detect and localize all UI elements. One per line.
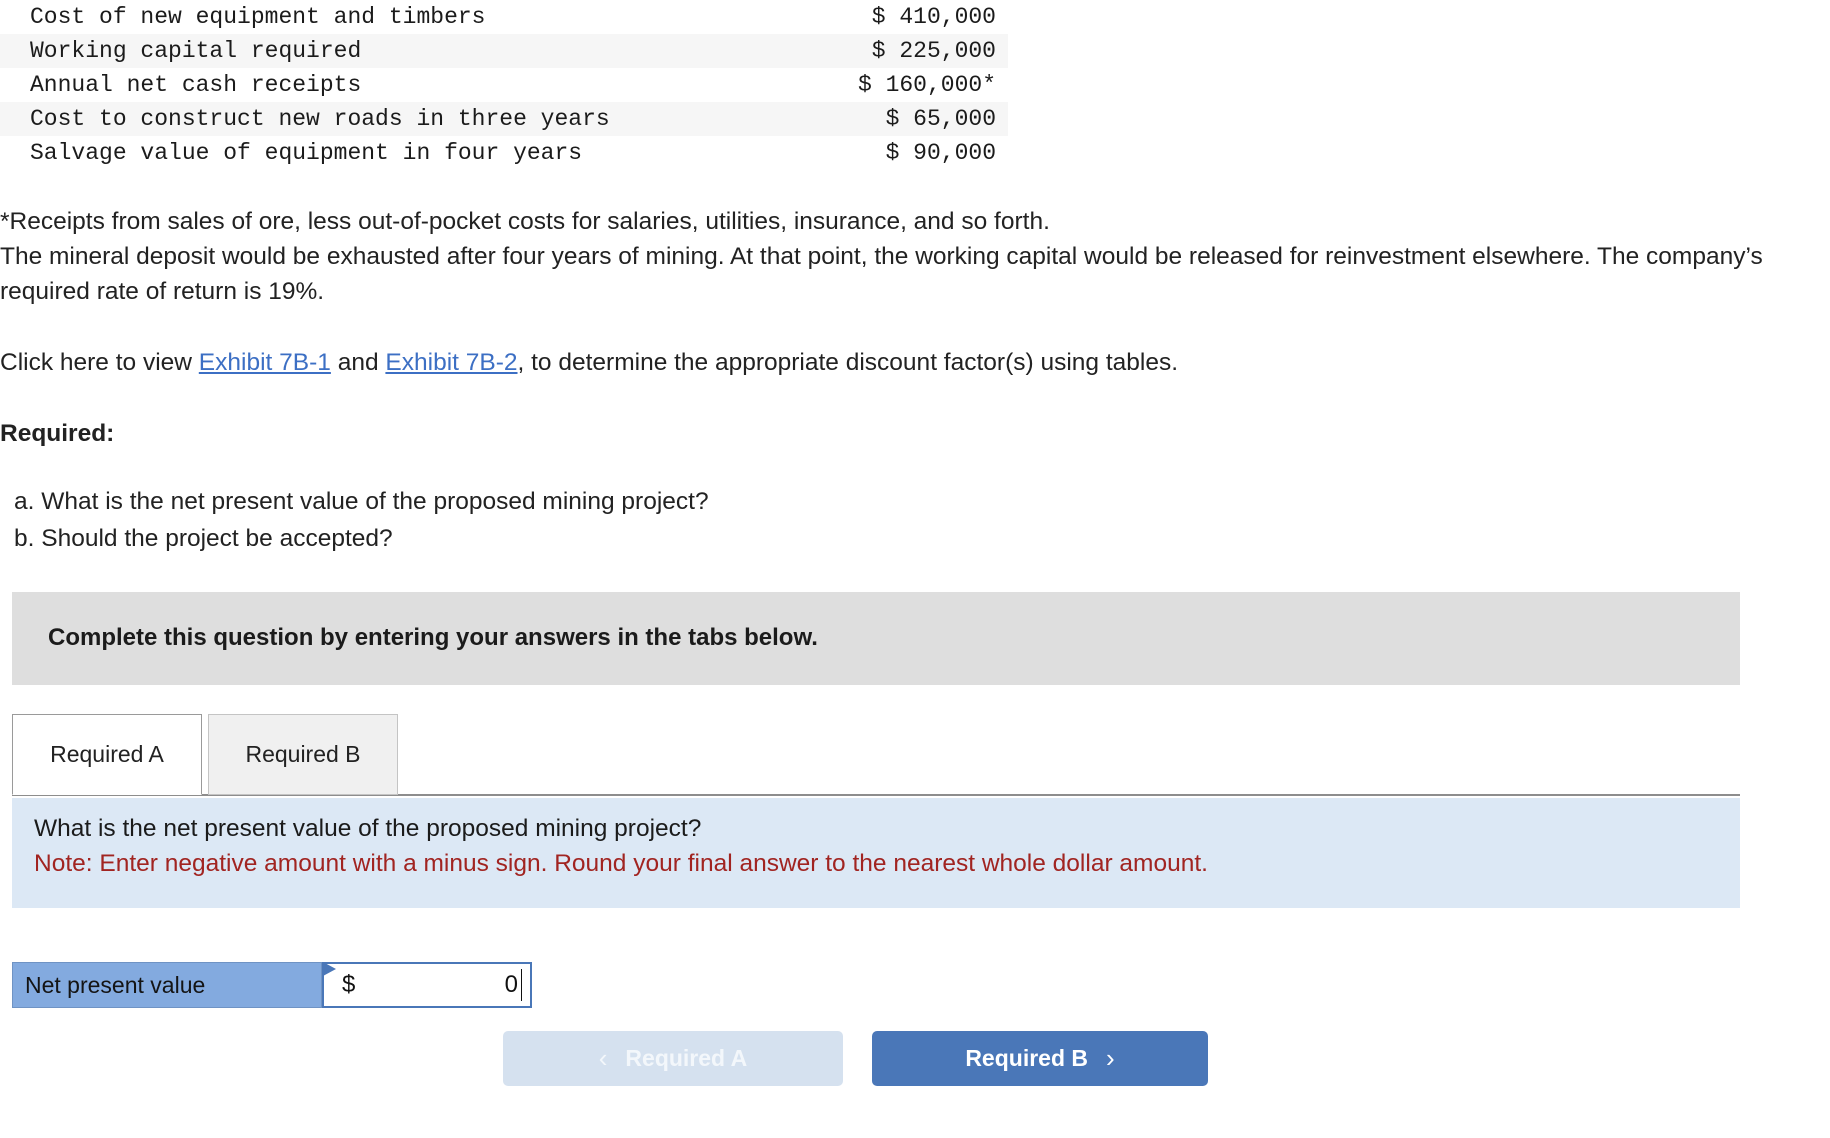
table-cell-amount: $ 160,000*	[857, 72, 996, 98]
table-row: Salvage value of equipment in four years…	[0, 136, 1008, 170]
project-data-table: Cost of new equipment and timbers $ 410,…	[0, 0, 1008, 170]
question-note: Note: Enter negative amount with a minus…	[34, 850, 1208, 877]
tab-required-a[interactable]: Required A	[12, 714, 202, 795]
table-cell-amount: $ 410,000	[871, 4, 996, 30]
next-required-b-button[interactable]: Required B ›	[872, 1031, 1208, 1086]
tab-required-b[interactable]: Required B	[208, 714, 398, 795]
prose-block: *Receipts from sales of ore, less out-of…	[0, 204, 1830, 309]
previous-button-label: Required A	[625, 1045, 748, 1071]
footnote-text: *Receipts from sales of ore, less out-of…	[0, 208, 1050, 235]
project-data-table-body: Cost of new equipment and timbers $ 410,…	[0, 0, 1008, 170]
tab-required-a-label: Required A	[50, 741, 164, 767]
required-heading: Required:	[0, 420, 115, 447]
deposit-paragraph: The mineral deposit would be exhausted a…	[0, 243, 1763, 305]
previous-required-a-button[interactable]: ‹ Required A	[503, 1031, 843, 1086]
table-cell-amount: $ 90,000	[885, 140, 996, 166]
text-caret	[521, 969, 522, 1001]
table-row: Working capital required $ 225,000	[0, 34, 1008, 68]
instruction-banner: Complete this question by entering your …	[12, 592, 1740, 685]
exhibit-line: Click here to view Exhibit 7B-1 and Exhi…	[0, 345, 1830, 380]
next-button-label: Required B	[965, 1045, 1088, 1071]
currency-symbol: $	[342, 971, 356, 998]
exhibit-7b-1-link[interactable]: Exhibit 7B-1	[199, 349, 331, 376]
table-row: Annual net cash receipts $ 160,000*	[0, 68, 1008, 102]
exhibit-line-middle: and	[330, 349, 386, 376]
net-present-value-input[interactable]: $ 0	[322, 962, 532, 1008]
net-present-value-value: 0	[504, 971, 518, 998]
question-panel: What is the net present value of the pro…	[12, 798, 1740, 908]
chevron-right-icon: ›	[1106, 1043, 1115, 1073]
question-text: What is the net present value of the pro…	[34, 815, 702, 842]
requirement-item-a: a. What is the net present value of the …	[14, 488, 709, 515]
table-cell-label: Cost of new equipment and timbers	[30, 4, 486, 30]
exhibit-line-prefix: Click here to view	[0, 349, 199, 376]
table-cell-amount: $ 65,000	[885, 106, 996, 132]
exhibit-line-suffix: , to determine the appropriate discount …	[517, 349, 1179, 376]
tab-strip: Required A Required B	[12, 714, 1740, 796]
net-present-value-label: Net present value	[12, 962, 322, 1008]
exhibit-7b-2-link[interactable]: Exhibit 7B-2	[385, 349, 517, 376]
table-cell-label: Working capital required	[30, 38, 362, 64]
answer-row: Net present value $ 0	[12, 962, 532, 1008]
table-row: Cost of new equipment and timbers $ 410,…	[0, 0, 1008, 34]
table-cell-label: Cost to construct new roads in three yea…	[30, 106, 610, 132]
table-row: Cost to construct new roads in three yea…	[0, 102, 1008, 136]
tab-required-b-label: Required B	[245, 741, 361, 767]
cell-marker-icon	[323, 962, 336, 976]
chevron-left-icon: ‹	[598, 1043, 608, 1073]
nav-buttons: ‹ Required A Required B ›	[503, 1031, 1208, 1086]
instruction-banner-text: Complete this question by entering your …	[48, 624, 818, 651]
requirement-item-b: b. Should the project be accepted?	[14, 525, 393, 552]
table-cell-label: Salvage value of equipment in four years	[30, 140, 583, 166]
requirement-list: a. What is the net present value of the …	[0, 483, 1830, 557]
table-cell-label: Annual net cash receipts	[30, 72, 362, 98]
table-cell-amount: $ 225,000	[871, 38, 996, 64]
